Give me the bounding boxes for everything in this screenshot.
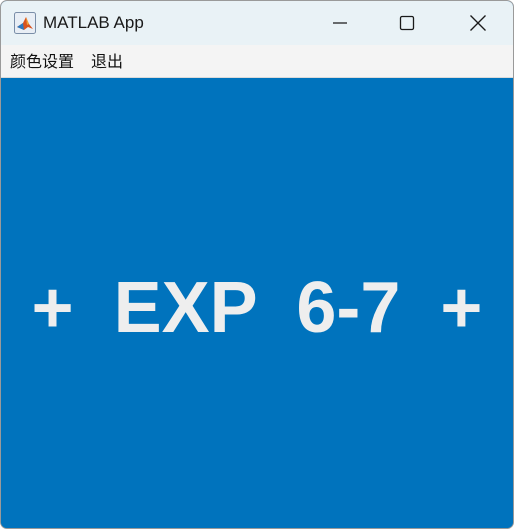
app-window: MATLAB App 颜色设置 退出 + EXP 6-7 + xyxy=(0,0,514,529)
banner-label: + EXP 6-7 + xyxy=(31,268,483,348)
title-bar[interactable]: MATLAB App xyxy=(1,1,513,45)
menu-item-color-settings[interactable]: 颜色设置 xyxy=(10,52,74,72)
menu-item-exit[interactable]: 退出 xyxy=(91,52,123,72)
close-button[interactable] xyxy=(449,1,507,45)
maximize-icon xyxy=(399,15,415,31)
minimize-button[interactable] xyxy=(311,1,369,45)
minimize-icon xyxy=(333,22,347,24)
menu-bar: 颜色设置 退出 xyxy=(1,45,513,78)
maximize-button[interactable] xyxy=(378,1,436,45)
close-icon xyxy=(470,15,486,31)
window-title: MATLAB App xyxy=(43,13,144,32)
matlab-logo-icon xyxy=(14,12,36,34)
main-panel: + EXP 6-7 + xyxy=(1,78,513,528)
